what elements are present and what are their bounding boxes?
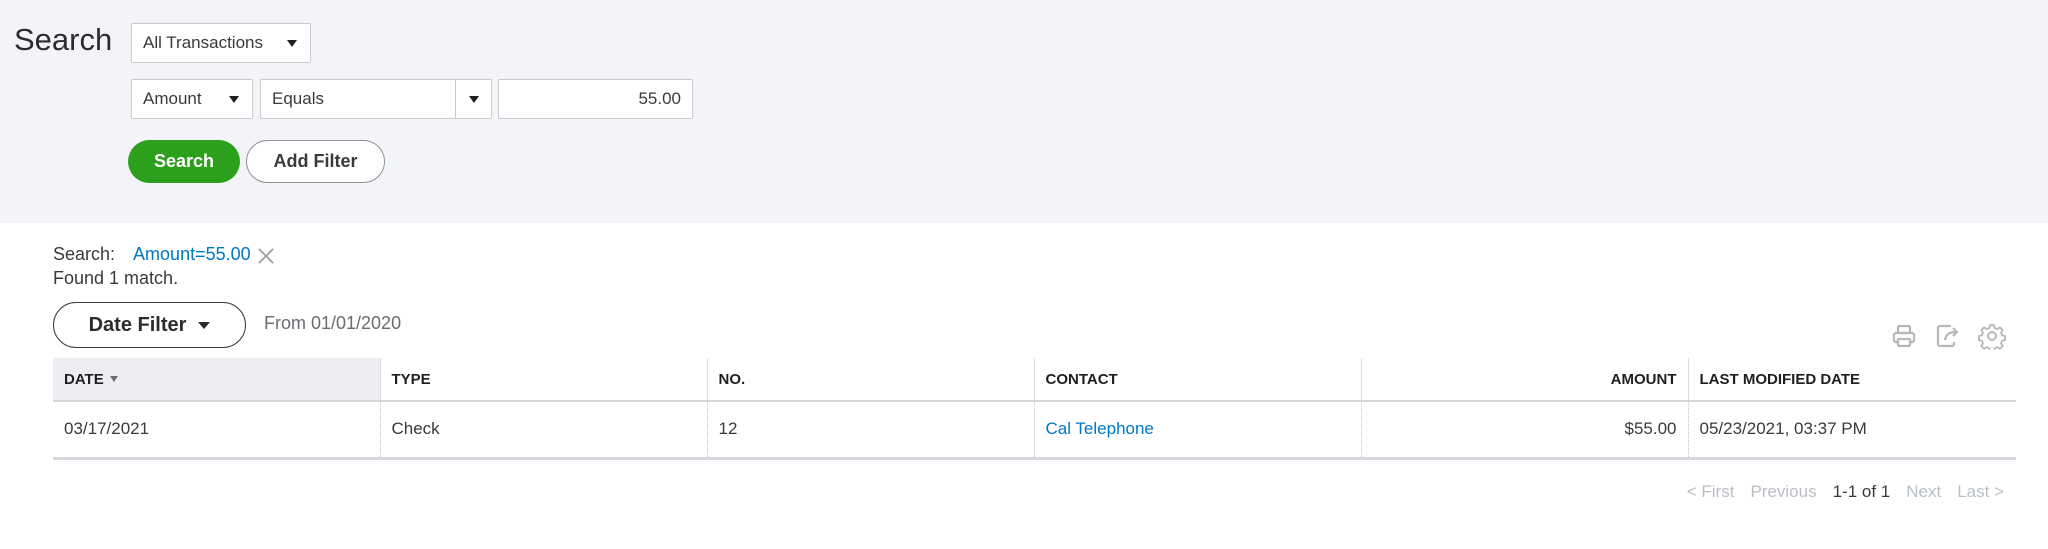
filter-operator-value: Equals	[272, 89, 324, 108]
print-icon[interactable]	[1890, 322, 1918, 350]
cell-date: 03/17/2021	[53, 401, 381, 460]
filter-field-dropdown-toggle[interactable]	[216, 80, 252, 118]
search-summary: Search: Amount=55.00	[53, 244, 275, 265]
filter-value-input[interactable]	[498, 79, 693, 119]
filter-field-value: Amount	[143, 89, 202, 108]
caret-down-icon	[229, 95, 239, 103]
column-header-label: NO.	[718, 370, 746, 388]
cell-last-modified: 05/23/2021, 03:37 PM	[1688, 401, 2016, 460]
pager-first[interactable]: < First	[1687, 482, 1735, 502]
search-criteria-link[interactable]: Amount=55.00	[133, 244, 251, 265]
pagination: < First Previous 1-1 of 1 Next Last >	[1687, 482, 2004, 502]
transaction-type-dropdown-toggle[interactable]	[274, 24, 310, 62]
filter-field-select[interactable]: Amount	[131, 79, 253, 119]
export-icon[interactable]	[1934, 322, 1962, 350]
cell-type: Check	[380, 401, 708, 460]
search-summary-label: Search:	[53, 244, 116, 264]
column-header-label: CONTACT	[1045, 370, 1118, 388]
settings-gear-icon[interactable]	[1978, 322, 2006, 350]
date-range-text: From 01/01/2020	[264, 313, 402, 333]
pager-last[interactable]: Last >	[1957, 482, 2004, 502]
page-title: Search	[14, 22, 113, 57]
column-header-label: AMOUNT	[1610, 370, 1677, 388]
transaction-type-value: All Transactions	[143, 33, 263, 52]
column-header-no[interactable]: NO.	[707, 358, 1035, 402]
column-header-label: LAST MODIFIED DATE	[1699, 370, 1861, 388]
search-button[interactable]: Search	[128, 140, 240, 183]
search-filter-panel: Search All Transactions Amount Equals Se…	[0, 0, 2048, 223]
caret-down-icon	[198, 321, 211, 329]
pager-next[interactable]: Next	[1906, 482, 1941, 502]
filter-operator-select[interactable]: Equals	[260, 79, 492, 119]
cell-no: 12	[707, 401, 1035, 460]
table-toolbar	[1890, 322, 2006, 350]
add-filter-button[interactable]: Add Filter	[246, 140, 385, 183]
contact-link[interactable]: Cal Telephone	[1046, 419, 1154, 438]
date-filter-button[interactable]: Date Filter	[53, 302, 246, 348]
column-header-amount[interactable]: AMOUNT	[1361, 358, 1689, 402]
cell-amount: $55.00	[1361, 401, 1689, 460]
pager-previous[interactable]: Previous	[1750, 482, 1816, 502]
date-filter-label: Date Filter	[88, 313, 187, 336]
column-header-contact[interactable]: CONTACT	[1034, 358, 1362, 402]
filter-operator-dropdown-toggle[interactable]	[455, 80, 491, 118]
cell-contact: Cal Telephone	[1034, 401, 1362, 460]
column-header-date[interactable]: DATE	[53, 358, 381, 402]
column-header-last-modified[interactable]: LAST MODIFIED DATE	[1688, 358, 2016, 402]
transaction-type-select[interactable]: All Transactions	[131, 23, 311, 63]
table-row[interactable]: 03/17/2021 Check 12 Cal Telephone $55.00…	[53, 401, 2016, 460]
results-table: DATE TYPE NO. CONTACT AMOUNT LAST MODIFI…	[53, 358, 2016, 460]
pager-status: 1-1 of 1	[1832, 482, 1891, 501]
caret-down-icon	[287, 39, 297, 47]
table-header-row: DATE TYPE NO. CONTACT AMOUNT LAST MODIFI…	[53, 358, 2016, 402]
match-count: Found 1 match.	[53, 268, 179, 288]
clear-search-icon[interactable]	[257, 246, 275, 264]
sort-descending-icon	[109, 375, 118, 382]
caret-down-icon	[468, 95, 479, 103]
column-header-label: TYPE	[391, 370, 431, 388]
column-header-label: DATE	[64, 370, 104, 388]
column-header-type[interactable]: TYPE	[380, 358, 708, 402]
